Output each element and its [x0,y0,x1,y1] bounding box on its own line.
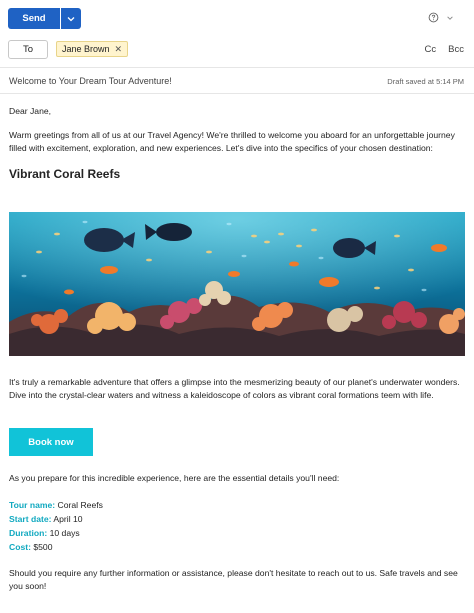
detail-label: Start date: [9,514,52,524]
bcc-button[interactable]: Bcc [448,44,464,55]
detail-value: $500 [33,542,53,552]
closing-paragraph: Should you require any further informati… [9,568,458,591]
info-icon[interactable] [428,12,439,23]
detail-label: Cost: [9,542,31,552]
coral-reef-image [9,212,465,356]
compose-toolbar: Send [0,0,474,37]
send-button[interactable]: Send [8,8,60,29]
send-button-group: Send [8,8,81,29]
detail-duration: Duration: 10 days [9,526,309,540]
subject-row: Welcome to Your Dream Tour Adventure! Dr… [0,67,474,94]
detail-start-date: Start date: April 10 [9,512,309,526]
detail-value: April 10 [53,514,83,524]
subject-field[interactable]: Welcome to Your Dream Tour Adventure! [9,76,172,86]
description-paragraph: It's truly a remarkable adventure that o… [9,377,460,400]
draft-status: Draft saved at 5:14 PM [387,77,464,86]
detail-tour-name: Tour name: Coral Reefs [9,498,309,512]
section-heading: Vibrant Coral Reefs [9,167,121,181]
details-intro: As you prepare for this incredible exper… [9,473,340,483]
cc-bcc-links: Cc Bcc [425,44,464,55]
cc-button[interactable]: Cc [425,44,437,55]
chevron-down-icon [67,16,75,21]
toolbar-right [428,12,454,23]
book-now-button[interactable]: Book now [9,428,93,456]
recipient-name: Jane Brown [62,44,110,54]
tour-details: Tour name: Coral Reefs Start date: April… [9,498,309,554]
intro-paragraph: Warm greetings from all of us at our Tra… [9,130,455,153]
send-options-button[interactable] [61,8,81,29]
to-button[interactable]: To [8,40,48,59]
detail-value: Coral Reefs [57,500,103,510]
chevron-down-icon[interactable] [446,14,454,22]
recipients-row: To Jane Brown ✕ Cc Bcc [0,37,474,64]
detail-cost: Cost: $500 [9,540,309,554]
email-body[interactable]: Dear Jane, Warm greetings from all of us… [9,105,467,181]
recipient-chip[interactable]: Jane Brown ✕ [56,41,129,57]
detail-label: Duration: [9,528,48,538]
greeting: Dear Jane, [9,106,52,116]
close-icon[interactable]: ✕ [115,44,123,55]
detail-label: Tour name: [9,500,56,510]
detail-value: 10 days [49,528,80,538]
